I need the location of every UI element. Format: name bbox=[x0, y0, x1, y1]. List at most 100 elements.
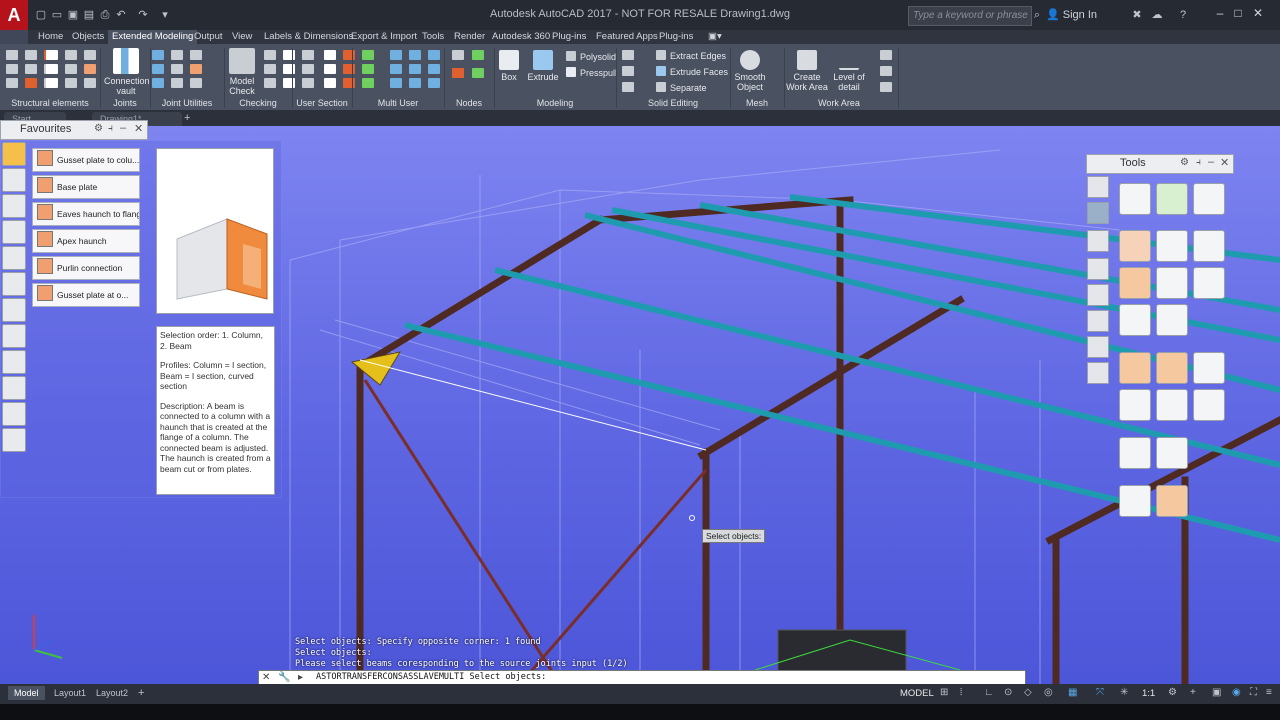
panel-joints[interactable]: Joints bbox=[100, 96, 150, 110]
panel-mesh[interactable]: Mesh bbox=[730, 96, 784, 110]
presspull-button[interactable]: Presspull bbox=[566, 66, 617, 80]
tool-plate-layout-2-icon[interactable] bbox=[1156, 485, 1188, 517]
tools-side-pencil-icon[interactable] bbox=[1087, 176, 1109, 198]
tab-view[interactable]: View bbox=[228, 30, 256, 44]
tools-side-stairs-icon[interactable] bbox=[1087, 362, 1109, 384]
layout-tab-layout2[interactable]: Layout2 bbox=[90, 686, 134, 700]
tool-gusset-icon[interactable] bbox=[1156, 267, 1188, 299]
exchange-icon[interactable]: ✖ bbox=[1130, 8, 1144, 22]
sign-in-button[interactable]: 👤 Sign In bbox=[1046, 8, 1097, 21]
tools-side-wrench-icon[interactable] bbox=[1087, 202, 1109, 224]
extrude-button[interactable]: Extrude bbox=[526, 48, 560, 82]
tool-joint-b-icon[interactable] bbox=[1156, 230, 1188, 262]
panel-checking[interactable]: Checking bbox=[224, 96, 292, 110]
fullscreen-icon[interactable]: ⛶ bbox=[1250, 687, 1257, 698]
tool-upgrade-icon[interactable] bbox=[1119, 389, 1151, 421]
ribbon-toggle-icon[interactable]: ▣▾ bbox=[704, 30, 726, 44]
print-icon[interactable]: ⎙ bbox=[98, 8, 112, 22]
tab-tools[interactable]: Tools bbox=[418, 30, 448, 44]
layout-tab-model[interactable]: Model bbox=[8, 686, 45, 700]
category-base-plate-icon[interactable] bbox=[2, 168, 26, 192]
solid-editing-small-tools[interactable] bbox=[622, 50, 636, 92]
nodes-tools[interactable] bbox=[452, 50, 486, 78]
tab-plug-ins[interactable]: Plug-ins bbox=[548, 30, 590, 44]
tools-side-box-icon[interactable] bbox=[1087, 284, 1109, 306]
box-button[interactable]: Box bbox=[496, 48, 522, 82]
add-layout-icon[interactable]: + bbox=[138, 687, 144, 699]
checking-tools[interactable] bbox=[264, 50, 316, 88]
tools-minimize-icon[interactable]: – bbox=[1208, 156, 1214, 168]
annotation-scale[interactable]: 1:1 bbox=[1142, 688, 1155, 699]
palette-settings-icon[interactable]: ⚙ bbox=[94, 123, 103, 134]
tab-extended-modeling[interactable]: Extended Modeling bbox=[108, 30, 198, 44]
user-section-tools[interactable] bbox=[324, 50, 376, 88]
level-of-detail-button[interactable]: Level of detail bbox=[832, 48, 866, 92]
work-area-small-tools[interactable] bbox=[880, 50, 892, 92]
category-purlin-icon[interactable] bbox=[2, 246, 26, 270]
panel-multi-user[interactable]: Multi User bbox=[352, 96, 444, 110]
tab-output[interactable]: Output bbox=[190, 30, 227, 44]
category-cross-icon[interactable] bbox=[2, 350, 26, 374]
tool-plate-icon[interactable] bbox=[1119, 267, 1151, 299]
tool-joint-a-icon[interactable] bbox=[1119, 230, 1151, 262]
tab-objects[interactable]: Objects bbox=[68, 30, 108, 44]
category-gusset-icon[interactable] bbox=[2, 298, 26, 322]
tool-joint-c-icon[interactable] bbox=[1193, 230, 1225, 262]
category-stair-icon[interactable] bbox=[2, 376, 26, 400]
tool-list-icon[interactable] bbox=[1119, 183, 1151, 215]
tool-holes-2-icon[interactable] bbox=[1156, 304, 1188, 336]
maximize-icon[interactable]: □ bbox=[1230, 5, 1246, 21]
smooth-object-button[interactable]: Smooth Object bbox=[734, 48, 766, 92]
tool-library-icon[interactable] bbox=[1156, 437, 1188, 469]
add-scale-icon[interactable]: + bbox=[1190, 687, 1196, 698]
palette-pin-icon[interactable]: ⫞ bbox=[108, 123, 113, 134]
undo-icon[interactable]: ↶ bbox=[114, 8, 128, 22]
isodraft-icon[interactable]: ◇ bbox=[1024, 687, 1032, 698]
tab-home[interactable]: Home bbox=[34, 30, 67, 44]
panel-work-area[interactable]: Work Area bbox=[784, 96, 894, 110]
panel-modeling[interactable]: Modeling bbox=[494, 96, 616, 110]
dynamic-ucs-icon[interactable]: ⤧ bbox=[1096, 687, 1104, 698]
a360-icon[interactable]: ☁ bbox=[1150, 8, 1164, 22]
application-menu-button[interactable]: A bbox=[0, 0, 28, 30]
tool-delete-joint-icon[interactable] bbox=[1156, 389, 1188, 421]
create-work-area-button[interactable]: Create Work Area bbox=[786, 48, 828, 92]
close-icon[interactable]: ✕ bbox=[1250, 5, 1266, 21]
help-icon[interactable]: ? bbox=[1176, 8, 1190, 22]
panel-solid-editing[interactable]: Solid Editing bbox=[616, 96, 730, 110]
polar-icon[interactable]: ⊙ bbox=[1004, 687, 1012, 698]
command-customize-icon[interactable]: 🔧 bbox=[278, 672, 290, 683]
customize-status-icon[interactable]: ≡ bbox=[1266, 687, 1272, 698]
ortho-icon[interactable]: ∟ bbox=[984, 687, 994, 698]
new-tab-icon[interactable]: + bbox=[184, 112, 190, 124]
tool-refresh-icon[interactable] bbox=[1156, 183, 1188, 215]
tab-plug-ins-2[interactable]: Plug-ins bbox=[655, 30, 697, 44]
tool-transfer-3-icon[interactable] bbox=[1193, 352, 1225, 384]
connection-vault-button[interactable]: Connection vault bbox=[104, 48, 150, 96]
favourites-star-icon[interactable] bbox=[2, 142, 26, 166]
palette-close-icon[interactable]: ✕ bbox=[134, 122, 143, 135]
joint-utilities-tools[interactable] bbox=[152, 50, 204, 88]
polysolid-button[interactable]: Polysolid bbox=[566, 50, 616, 64]
multi-user-tools[interactable] bbox=[390, 50, 442, 88]
fav-item-base-plate[interactable]: Base plate bbox=[32, 175, 140, 199]
tool-update-icon[interactable] bbox=[1193, 389, 1225, 421]
tab-export-import[interactable]: Export & Import bbox=[347, 30, 421, 44]
category-column-icon[interactable] bbox=[2, 194, 26, 218]
tab-autodesk-360[interactable]: Autodesk 360 bbox=[488, 30, 554, 44]
tools-side-cut-icon[interactable] bbox=[1087, 310, 1109, 332]
tab-labels-dimensions[interactable]: Labels & Dimensions bbox=[260, 30, 357, 44]
fav-item-apex-haunch[interactable]: Apex haunch bbox=[32, 229, 140, 253]
isolate-objects-icon[interactable]: ▣ bbox=[1212, 687, 1221, 698]
tab-featured-apps[interactable]: Featured Apps bbox=[592, 30, 662, 44]
fav-item-purlin-connection[interactable]: Purlin connection bbox=[32, 256, 140, 280]
tool-holes-icon[interactable] bbox=[1119, 304, 1151, 336]
redo-icon[interactable]: ↷ bbox=[136, 8, 150, 22]
tools-pin-icon[interactable]: ⫞ bbox=[1196, 157, 1201, 168]
save-icon[interactable]: ▣ bbox=[66, 8, 80, 22]
tools-side-copy-icon[interactable] bbox=[1087, 230, 1109, 252]
minimize-icon[interactable]: – bbox=[1212, 5, 1228, 21]
fav-item-gusset-plate-other[interactable]: Gusset plate at o... bbox=[32, 283, 140, 307]
tab-render[interactable]: Render bbox=[450, 30, 489, 44]
panel-user-section[interactable]: User Section bbox=[292, 96, 352, 110]
